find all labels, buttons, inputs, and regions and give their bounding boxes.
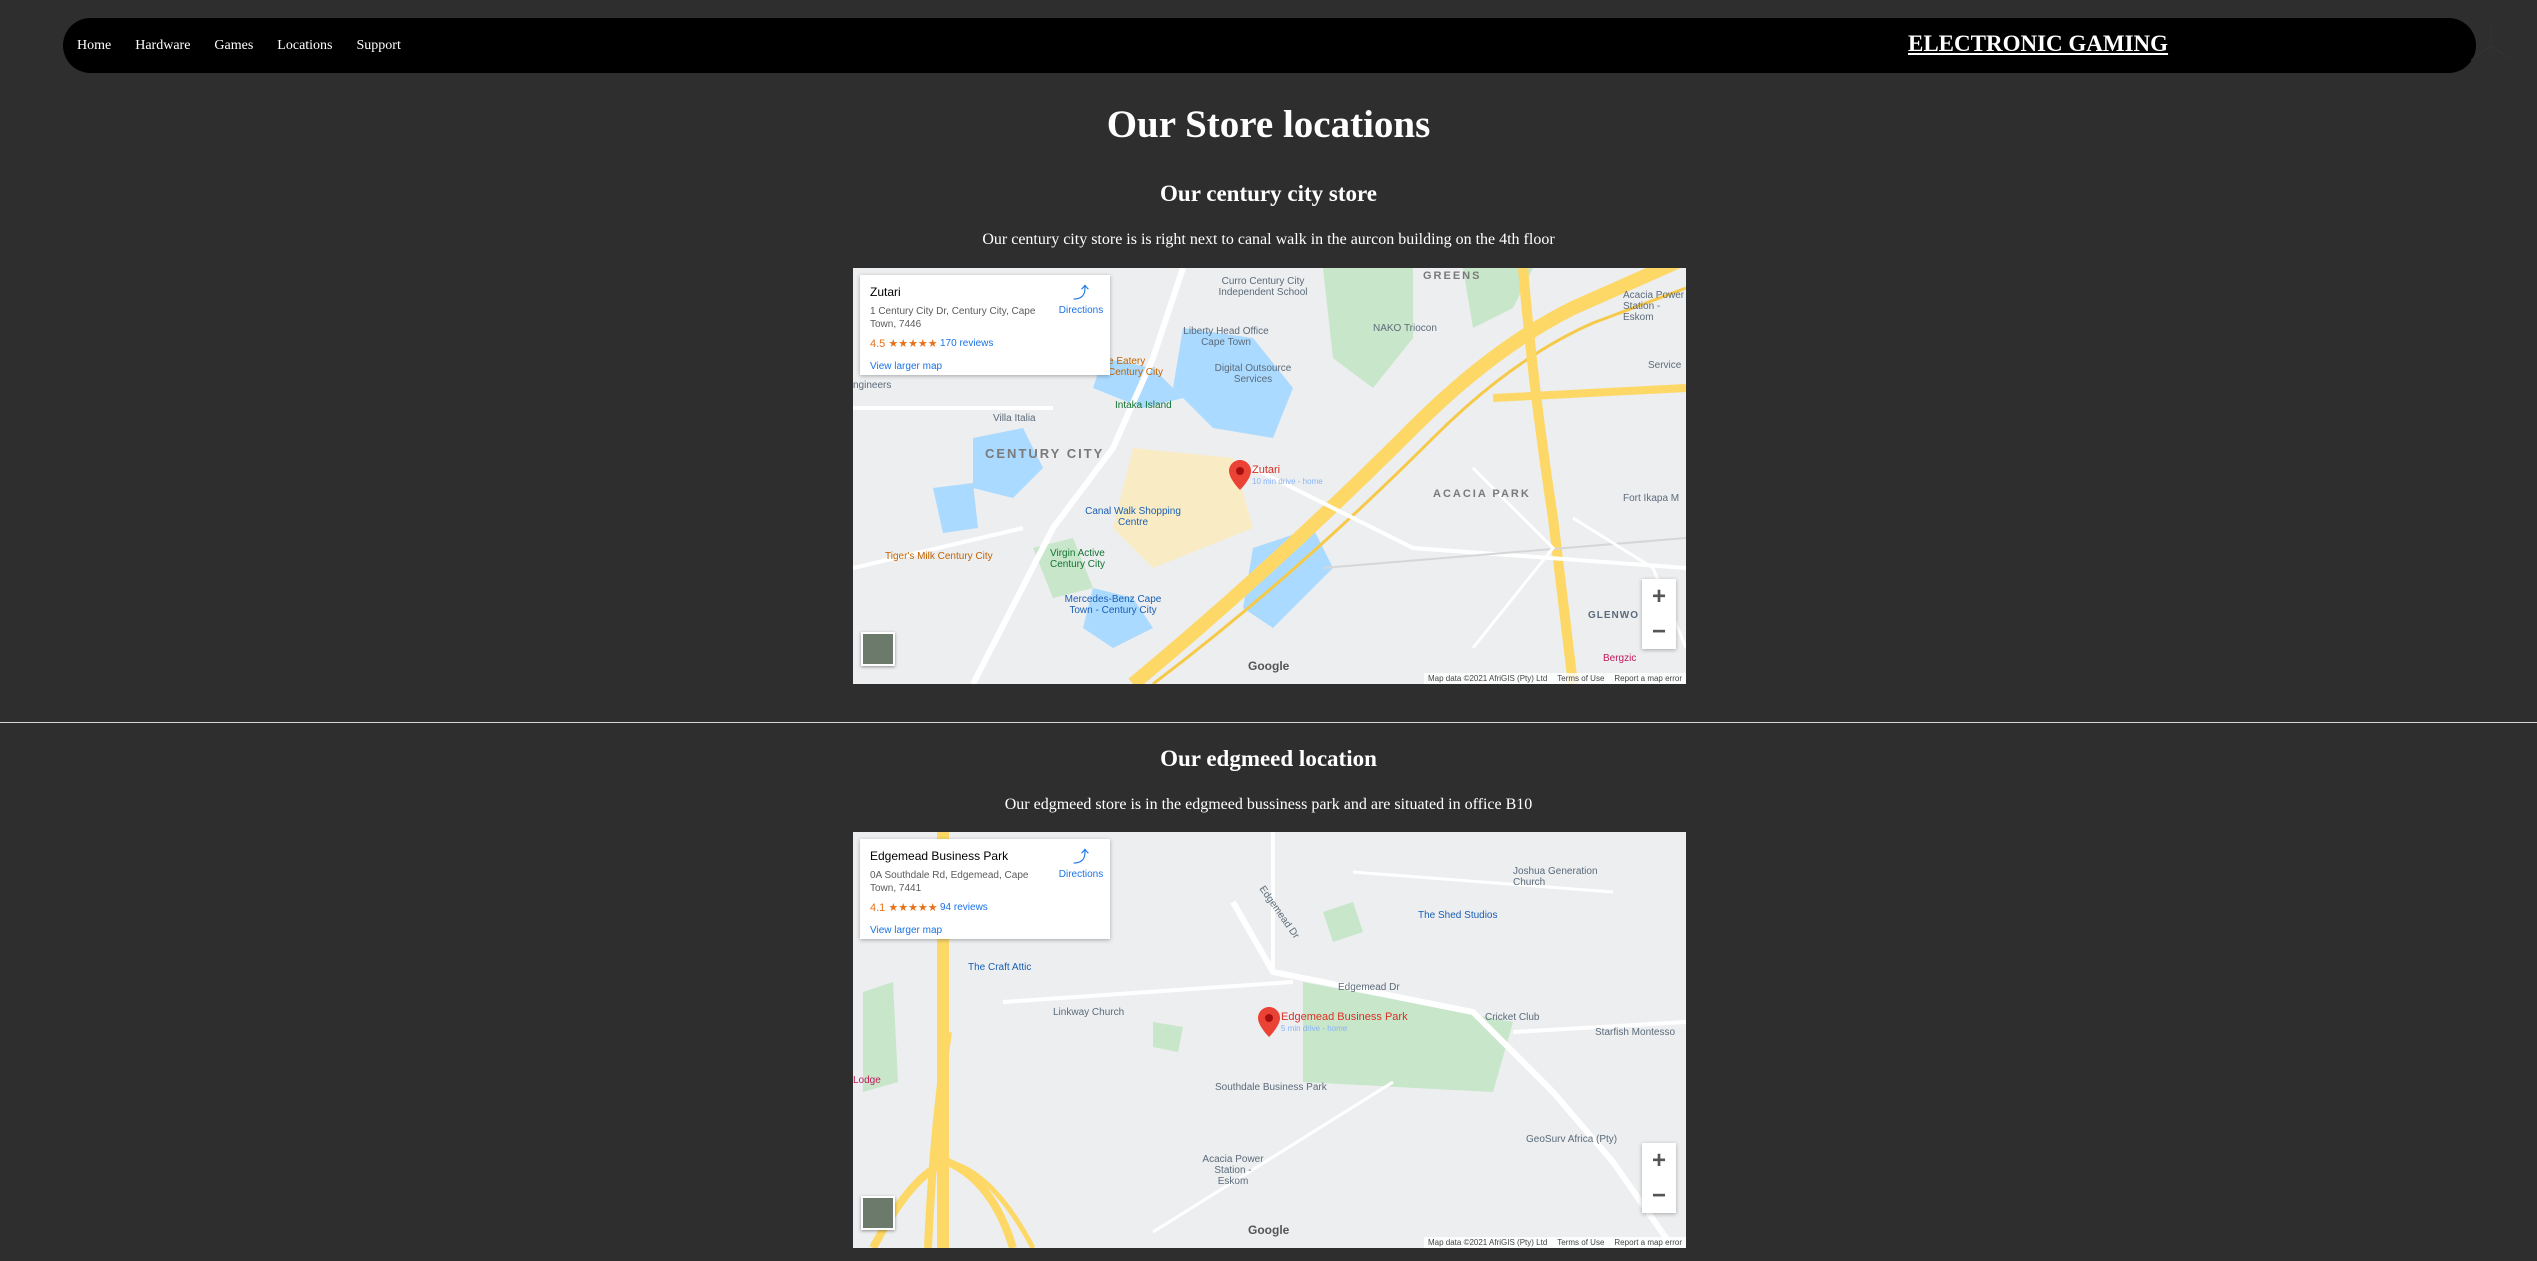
zoom-controls: + − bbox=[1642, 1143, 1676, 1213]
directions-icon: ⤴ bbox=[1072, 849, 1089, 866]
map-poi-label[interactable]: Starfish Montesso bbox=[1595, 1027, 1675, 1038]
map-poi-label[interactable]: e Eatery Century City bbox=[1108, 356, 1178, 378]
zoom-controls: + − bbox=[1642, 579, 1676, 649]
map-marker-label[interactable]: Edgemead Business Park bbox=[1281, 1011, 1408, 1023]
map-poi-label[interactable]: Linkway Church bbox=[1053, 1007, 1124, 1018]
place-address: 0A Southdale Rd, Edgemead, Cape Town, 74… bbox=[870, 870, 1029, 894]
map-poi-label[interactable]: Acacia Power Station - Eskom bbox=[1623, 290, 1686, 323]
map-marker-sublabel: 5 min drive - home bbox=[1281, 1024, 1348, 1033]
map-poi-label[interactable]: Liberty Head Office Cape Town bbox=[1181, 326, 1271, 348]
directions-icon: ⤴ bbox=[1072, 285, 1089, 302]
map-poi-label[interactable]: Service bbox=[1648, 360, 1681, 371]
nav-support[interactable]: Support bbox=[357, 38, 401, 54]
map-poi-label[interactable]: Virgin Active Century City bbox=[1050, 548, 1130, 570]
map-poi-label[interactable]: Tiger's Milk Century City bbox=[885, 551, 993, 562]
terms-link[interactable]: Terms of Use bbox=[1557, 1238, 1604, 1247]
place-card: Zutari 1 Century City Dr, Century City, … bbox=[860, 275, 1110, 375]
section-title-century-city: Our century city store bbox=[1160, 181, 1377, 206]
google-logo: Google bbox=[1248, 1223, 1290, 1237]
map-century-city[interactable]: CENTURY CITY ACACIA PARK GREENS Canal Wa… bbox=[853, 268, 1686, 684]
map-poi-label[interactable]: The Shed Studios bbox=[1418, 910, 1498, 921]
section-title-edgemead: Our edgmeed location bbox=[1160, 746, 1377, 771]
satellite-toggle-button[interactable] bbox=[861, 1196, 895, 1230]
map-area-label: CENTURY CITY bbox=[985, 446, 1105, 461]
report-error-link[interactable]: Report a map error bbox=[1614, 674, 1682, 683]
report-error-link[interactable]: Report a map error bbox=[1614, 1238, 1682, 1247]
map-marker-icon[interactable] bbox=[1258, 1007, 1280, 1037]
map-poi-label[interactable]: Villa Italia bbox=[993, 413, 1036, 424]
view-larger-map-link[interactable]: View larger map bbox=[870, 361, 942, 372]
page-title: Our Store locations bbox=[1106, 103, 1431, 146]
map-poi-label[interactable]: Mercedes-Benz Cape Town - Century City bbox=[1053, 594, 1173, 616]
place-name: Zutari bbox=[870, 285, 901, 299]
map-edgemead[interactable]: Joshua Generation Church The Shed Studio… bbox=[853, 832, 1686, 1248]
zoom-out-button[interactable]: − bbox=[1642, 1178, 1676, 1213]
map-poi-label[interactable]: Curro Century City Independent School bbox=[1203, 276, 1323, 298]
place-rating: 4.1 ★★★★★ bbox=[870, 902, 938, 914]
map-poi-label[interactable]: Canal Walk Shopping Centre bbox=[1083, 506, 1183, 528]
map-street-label: Edgemead Dr bbox=[1338, 982, 1400, 993]
brand-title[interactable]: ELECTRONIC GAMING bbox=[1908, 31, 2168, 57]
terms-link[interactable]: Terms of Use bbox=[1557, 674, 1604, 683]
zoom-out-button[interactable]: − bbox=[1642, 614, 1676, 649]
map-data-credit: Map data ©2021 AfriGIS (Pty) Ltd bbox=[1427, 1238, 1548, 1247]
section-description-edgemead: Our edgmeed store is in the edgmeed buss… bbox=[1004, 796, 1533, 813]
map-poi-label[interactable]: Lodge bbox=[853, 1075, 881, 1086]
nav-games[interactable]: Games bbox=[214, 38, 253, 54]
navbar: Home Hardware Games Locations Support EL… bbox=[63, 18, 2512, 73]
place-rating: 4.5 ★★★★★ bbox=[870, 338, 938, 350]
map-area-label: GREENS bbox=[1423, 270, 1482, 282]
map-poi-label[interactable]: GeoSurv Africa (Pty) bbox=[1526, 1134, 1617, 1145]
map-poi-label[interactable]: Cricket Club bbox=[1485, 1012, 1539, 1023]
directions-button[interactable]: ⤴ Directions bbox=[1056, 285, 1106, 316]
map-attribution: Map data ©2021 AfriGIS (Pty) Ltd Terms o… bbox=[1423, 1237, 1686, 1248]
map-marker-icon[interactable] bbox=[1229, 460, 1251, 490]
map-poi-label[interactable]: Joshua Generation Church bbox=[1513, 866, 1623, 888]
nav-locations[interactable]: Locations bbox=[277, 38, 332, 54]
reviews-link[interactable]: 94 reviews bbox=[940, 902, 988, 913]
map-poi-label[interactable]: Fort Ikapa M bbox=[1623, 493, 1679, 504]
map-poi-label[interactable]: Intaka Island bbox=[1115, 400, 1172, 411]
map-marker-label[interactable]: Zutari bbox=[1252, 464, 1280, 476]
section-divider bbox=[0, 722, 2537, 723]
place-address: 1 Century City Dr, Century City, Cape To… bbox=[870, 306, 1036, 330]
map-data-credit: Map data ©2021 AfriGIS (Pty) Ltd bbox=[1427, 674, 1548, 683]
map-poi-label[interactable]: Bergzic bbox=[1603, 653, 1636, 664]
directions-label: Directions bbox=[1058, 869, 1104, 880]
map-marker-sublabel: 10 min drive - home bbox=[1252, 477, 1323, 486]
brand-logo-icon[interactable] bbox=[2466, 20, 2516, 70]
view-larger-map-link[interactable]: View larger map bbox=[870, 925, 942, 936]
zoom-in-button[interactable]: + bbox=[1642, 579, 1676, 614]
section-description-century-city: Our century city store is is right next … bbox=[982, 231, 1555, 248]
map-poi-label[interactable]: Digital Outsource Services bbox=[1208, 363, 1298, 385]
directions-label: Directions bbox=[1058, 305, 1104, 316]
google-logo: Google bbox=[1248, 659, 1290, 673]
place-name: Edgemead Business Park bbox=[870, 849, 1009, 863]
reviews-link[interactable]: 170 reviews bbox=[940, 338, 993, 349]
nav-links: Home Hardware Games Locations Support bbox=[77, 18, 401, 73]
nav-home[interactable]: Home bbox=[77, 38, 111, 54]
map-poi-label[interactable]: ngineers bbox=[853, 380, 891, 391]
map-poi-label[interactable]: The Craft Attic bbox=[968, 962, 1031, 973]
map-area-label: ACACIA PARK bbox=[1433, 488, 1531, 500]
directions-button[interactable]: ⤴ Directions bbox=[1056, 849, 1106, 880]
nav-hardware[interactable]: Hardware bbox=[135, 38, 190, 54]
map-area-label: GLENWO bbox=[1588, 610, 1639, 621]
map-poi-label[interactable]: NAKO Triocon bbox=[1373, 323, 1437, 334]
map-poi-label[interactable]: Acacia Power Station - Eskom bbox=[1198, 1154, 1268, 1187]
map-poi-label[interactable]: Southdale Business Park bbox=[1215, 1082, 1327, 1093]
map-attribution: Map data ©2021 AfriGIS (Pty) Ltd Terms o… bbox=[1423, 673, 1686, 684]
place-card: Edgemead Business Park 0A Southdale Rd, … bbox=[860, 839, 1110, 939]
zoom-in-button[interactable]: + bbox=[1642, 1143, 1676, 1178]
satellite-toggle-button[interactable] bbox=[861, 632, 895, 666]
